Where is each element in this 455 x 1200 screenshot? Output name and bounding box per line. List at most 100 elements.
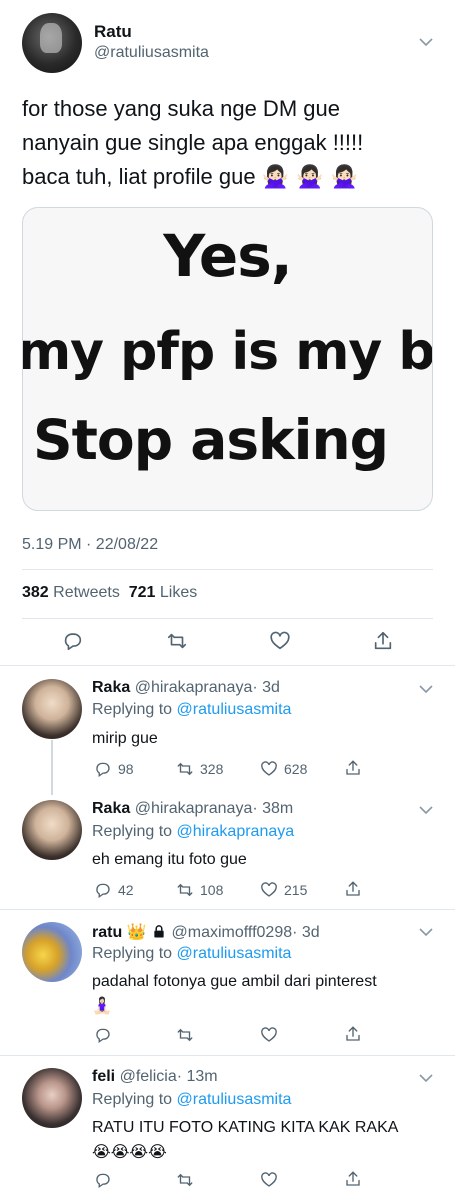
reply-handle[interactable]: @hirakapranaya — [135, 800, 253, 817]
reply-author: ratu 👑 @maximofff0298· 3d — [92, 922, 320, 942]
divider — [22, 618, 433, 619]
like-count: 215 — [284, 882, 308, 898]
author-avatar[interactable] — [22, 13, 82, 73]
retweet-button[interactable]: 108 — [176, 881, 223, 899]
retweet-icon[interactable] — [166, 630, 188, 652]
image-text-line-3: Stop asking — [33, 408, 389, 472]
reply-author: Raka @hirakapranaya· 3d — [92, 679, 280, 697]
mention-link[interactable]: @ratuliusasmita — [177, 945, 292, 962]
retweet-icon[interactable] — [176, 1171, 194, 1189]
author-name[interactable]: Ratu — [94, 22, 132, 42]
tweet-image[interactable]: Yes, my pfp is my bf Stop asking — [22, 207, 433, 511]
retweet-count: 108 — [200, 882, 224, 898]
reply-text: mirip gue — [92, 730, 158, 747]
share-icon[interactable] — [344, 1025, 362, 1043]
retweet-button[interactable]: 328 — [176, 760, 223, 778]
reply-author: Raka @hirakapranaya· 38m — [92, 800, 293, 818]
likes-label[interactable]: Likes — [160, 584, 197, 601]
divider — [0, 909, 455, 910]
image-text-line-1: Yes, — [163, 222, 293, 290]
chevron-down-icon[interactable] — [418, 36, 434, 48]
tweet-timestamp[interactable]: 5.19 PM · 22/08/22 — [22, 536, 158, 554]
reply-handle[interactable]: @maximofff0298 — [172, 924, 293, 941]
reply-text: padahal fotonya gue ambil dari pinterest — [92, 973, 377, 990]
like-icon[interactable] — [260, 1171, 278, 1189]
replying-to: Replying to @ratuliusasmita — [92, 945, 291, 963]
divider — [22, 569, 433, 570]
share-icon[interactable] — [344, 1170, 362, 1188]
thread-line — [51, 740, 53, 795]
reply-text: eh emang itu foto gue — [92, 851, 247, 868]
divider — [0, 665, 455, 666]
mention-link[interactable]: @ratuliusasmita — [177, 701, 292, 718]
share-icon[interactable] — [344, 759, 362, 777]
reply-avatar[interactable] — [22, 1068, 82, 1128]
reply-avatar[interactable] — [22, 922, 82, 982]
reply-icon[interactable] — [94, 1026, 112, 1044]
reply-emoji: 🧘🏻‍♀️ — [92, 996, 112, 1015]
replying-prefix: Replying to — [92, 1091, 173, 1108]
reply-icon[interactable] — [62, 630, 84, 652]
reply-handle[interactable]: @hirakapranaya — [135, 679, 253, 696]
retweet-icon — [177, 883, 193, 897]
tweet-text-line-3: baca tuh, liat profile gue — [22, 164, 256, 189]
like-icon — [261, 882, 277, 897]
chevron-down-icon[interactable] — [418, 804, 434, 816]
reply-button[interactable]: 42 — [94, 881, 134, 899]
reply-icon[interactable] — [94, 1171, 112, 1189]
replying-to: Replying to @ratuliusasmita — [92, 701, 291, 719]
tweet-text-line-2: nanyain gue single apa enggak !!!!! — [22, 130, 364, 155]
divider — [0, 1055, 455, 1056]
like-button[interactable]: 215 — [260, 881, 307, 899]
reply-count: 42 — [118, 882, 134, 898]
mention-link[interactable]: @hirakapranaya — [177, 823, 295, 840]
like-icon[interactable] — [260, 1026, 278, 1044]
reply-time: · 3d — [252, 679, 280, 696]
like-icon[interactable] — [269, 630, 291, 652]
chevron-down-icon[interactable] — [418, 1072, 434, 1084]
tweet-text-line-1: for those yang suka nge DM gue — [22, 96, 340, 121]
retweets-count[interactable]: 382 — [22, 584, 49, 601]
author-handle[interactable]: @ratuliusasmita — [94, 44, 209, 62]
crown-emoji: 👑 — [126, 922, 147, 941]
share-icon[interactable] — [344, 880, 362, 898]
replying-to: Replying to @hirakapranaya — [92, 823, 294, 841]
reply-icon — [96, 883, 110, 899]
tweet-emojis: 🙅🏻‍♀️ 🙅🏻‍♀️ 🙅🏻‍♀️ — [261, 165, 358, 190]
chevron-down-icon[interactable] — [418, 683, 434, 695]
reply-time: · 13m — [176, 1068, 218, 1085]
lock-icon — [154, 925, 164, 938]
reply-count: 98 — [118, 761, 134, 777]
reply-name[interactable]: ratu — [92, 924, 122, 941]
likes-count[interactable]: 721 — [129, 584, 156, 601]
reply-icon — [96, 762, 110, 778]
like-count: 628 — [284, 761, 308, 777]
reply-button[interactable]: 98 — [94, 760, 134, 778]
reply-name[interactable]: Raka — [92, 679, 130, 696]
reply-time: · 38m — [252, 800, 294, 817]
replying-prefix: Replying to — [92, 701, 173, 718]
tweet-text: for those yang suka nge DM gue nanyain g… — [22, 92, 442, 195]
reply-text: RATU ITU FOTO KATING KITA KAK RAKA — [92, 1119, 399, 1136]
replying-to: Replying to @ratuliusasmita — [92, 1091, 291, 1109]
image-text-line-2: my pfp is my bf — [22, 322, 433, 382]
mention-link[interactable]: @ratuliusasmita — [177, 1091, 292, 1108]
like-icon — [261, 761, 277, 776]
retweet-count: 328 — [200, 761, 224, 777]
replying-prefix: Replying to — [92, 945, 173, 962]
retweet-icon — [177, 762, 193, 776]
replying-prefix: Replying to — [92, 823, 173, 840]
chevron-down-icon[interactable] — [418, 926, 434, 938]
tweet-stats: 382 Retweets 721 Likes — [22, 584, 197, 602]
retweets-label[interactable]: Retweets — [53, 584, 120, 601]
reply-author: feli @felicia· 13m — [92, 1068, 218, 1086]
reply-time: · 3d — [292, 924, 320, 941]
reply-avatar[interactable] — [22, 679, 82, 739]
like-button[interactable]: 628 — [260, 760, 307, 778]
reply-handle[interactable]: @felicia — [120, 1068, 177, 1085]
reply-name[interactable]: feli — [92, 1068, 115, 1085]
retweet-icon[interactable] — [176, 1026, 194, 1044]
reply-name[interactable]: Raka — [92, 800, 130, 817]
share-icon[interactable] — [372, 630, 394, 652]
reply-avatar[interactable] — [22, 800, 82, 860]
